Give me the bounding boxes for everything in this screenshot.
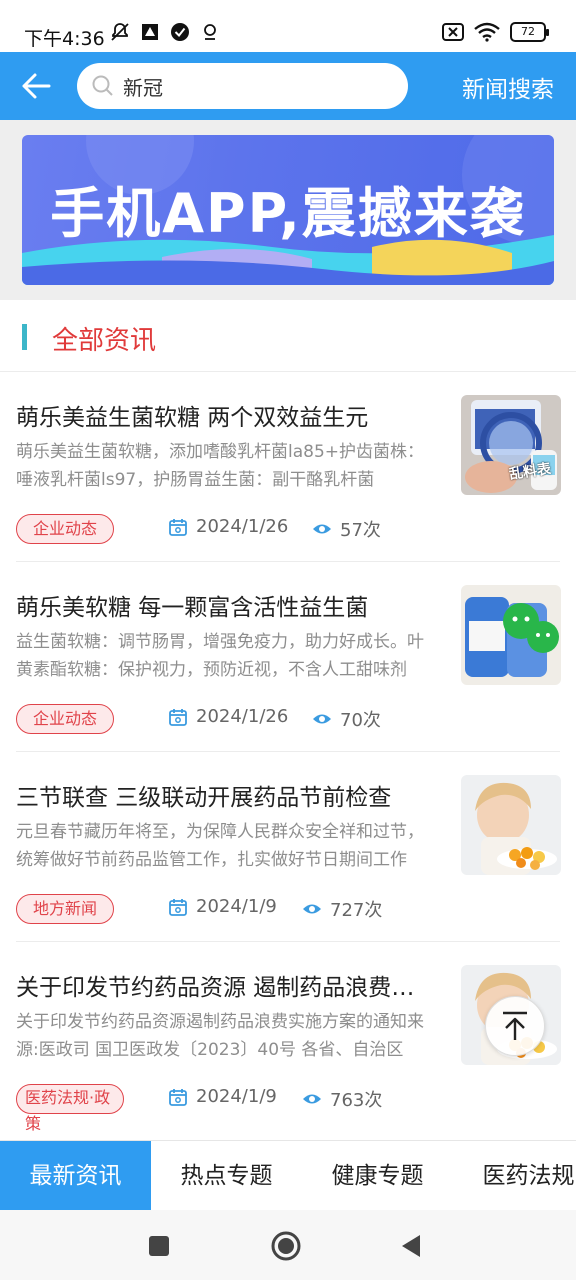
news-thumbnail: 乱料表 [461,395,561,495]
category-tag[interactable]: 企业动态 [16,514,115,544]
views-text: 727次 [330,900,383,921]
location-icon [204,24,216,40]
back-nav-button[interactable] [394,1230,426,1262]
eye-icon [303,1094,321,1104]
eye-icon [313,714,331,724]
wifi-icon [474,22,500,42]
tab-latest-news[interactable]: 最新资讯 [0,1141,151,1210]
status-icons-left [110,22,220,42]
calendar-icon [169,708,187,726]
check-circle-icon [171,23,189,41]
date-text: 2024/1/26 [196,516,289,537]
news-thumbnail [461,585,561,685]
news-title: 三节联查 三级联动开展药品节前检查 [16,785,392,811]
news-title: 萌乐美软糖 每一颗富含活性益生菌 [16,595,369,621]
section-title: 全部资讯 [52,326,157,356]
bell-off-icon [111,23,129,41]
eye-icon [303,904,321,914]
views-text: 763次 [330,1090,383,1111]
section-accent-bar [22,324,27,350]
news-title: 关于印发节约药品资源 遏制药品浪费实施方案的通知 [16,975,436,1001]
top-bar: 新闻搜索 [0,52,576,120]
news-item[interactable]: 萌乐美软糖 每一颗富含活性益生菌 益生菌软糖：调节肠胃，增强免疫力，助力好成长。… [0,562,576,752]
back-to-top-button[interactable] [485,996,545,1056]
date-text: 2024/1/9 [196,1086,277,1107]
calendar-icon [169,898,187,916]
category-tag[interactable]: 企业动态 [16,704,115,734]
publish-date: 2024/1/26 [168,516,288,537]
home-button[interactable] [270,1230,302,1262]
news-item[interactable]: 萌乐美益生菌软糖 两个双效益生元 萌乐美益生菌软糖，添加嗜酸乳杆菌la85+护齿… [0,372,576,562]
views-text: 57次 [340,520,381,541]
calendar-icon [169,518,187,536]
category-tabs: 最新资讯 热点专题 健康专题 医药法规 [0,1140,576,1210]
triangle-back-icon [402,1235,420,1257]
search-input[interactable] [123,74,383,98]
news-summary: 萌乐美益生菌软糖，添加嗜酸乳杆菌la85+护齿菌株：唾液乳杆菌ls97，护肠胃益… [16,442,425,490]
news-title: 萌乐美益生菌软糖 两个双效益生元 [16,405,369,431]
news-thumbnail [461,775,561,875]
publish-date: 2024/1/9 [168,1086,277,1107]
tab-health-topics[interactable]: 健康专题 [302,1141,453,1210]
system-nav-bar [0,1210,576,1280]
publish-date: 2024/1/9 [168,896,277,917]
circle-icon [271,1231,301,1261]
date-text: 2024/1/9 [196,896,277,917]
view-count: 57次 [312,516,381,542]
news-search-button[interactable]: 新闻搜索 [462,70,554,104]
view-count: 763次 [302,1086,382,1112]
news-summary: 关于印发节约药品资源遏制药品浪费实施方案的通知来源:医政司 国卫医政发〔2023… [16,1012,424,1060]
news-summary: 益生菌软糖：调节肠胃，增强免疫力，助力好成长。叶黄素酯软糖：保护视力，预防近视，… [16,632,424,680]
arrow-left-icon [22,73,51,99]
views-text: 70次 [340,710,381,731]
calendar-icon [169,1088,187,1106]
sim-off-icon [442,23,464,41]
status-time: 下午4:36 [24,28,105,50]
status-bar: 下午4:36 72 [0,0,576,52]
arrow-up-icon [503,1011,527,1040]
publish-date: 2024/1/26 [168,706,288,727]
tab-medical-regulations[interactable]: 医药法规 [453,1141,576,1210]
recents-button[interactable] [143,1230,175,1262]
status-icons-right: 72 [442,22,549,42]
date-text: 2024/1/26 [196,706,289,727]
back-button[interactable] [14,64,58,108]
eye-icon [313,524,331,534]
section-header: 全部资讯 [0,300,576,372]
category-tag[interactable]: 医药法规·政策 [16,1084,124,1133]
search-icon [92,75,113,96]
app-notification-icon [142,24,158,40]
news-summary: 元旦春节藏历年将至，为保障人民群众安全祥和过节，统筹做好节前药品监管工作，扎实做… [16,822,424,870]
view-count: 70次 [312,706,381,732]
banner-area: 手机APP,震撼来袭 [0,120,576,300]
news-item[interactable]: 三节联查 三级联动开展药品节前检查 元旦春节藏历年将至，为保障人民群众安全祥和过… [0,752,576,942]
battery-indicator: 72 [510,22,549,42]
square-icon [149,1236,169,1256]
view-count: 727次 [302,896,382,922]
promo-banner[interactable]: 手机APP,震撼来袭 [22,135,554,285]
tab-hot-topics[interactable]: 热点专题 [151,1141,302,1210]
category-tag[interactable]: 地方新闻 [16,894,115,924]
banner-text: 手机APP,震撼来袭 [50,182,526,245]
search-box[interactable] [77,63,408,109]
